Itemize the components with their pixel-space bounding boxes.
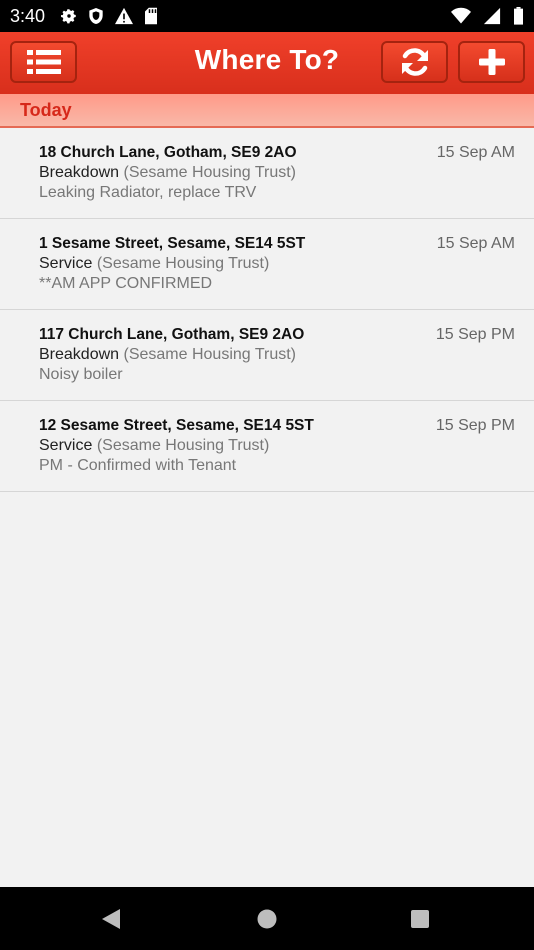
section-header: Today [0, 94, 534, 128]
job-type-line: Service (Sesame Housing Trust) [39, 437, 269, 455]
wifi-icon [451, 7, 471, 24]
job-list-item[interactable]: 117 Church Lane, Gotham, SE9 2AO 15 Sep … [0, 310, 534, 401]
home-icon [257, 909, 277, 929]
job-note: PM - Confirmed with Tenant [39, 457, 237, 474]
job-note: **AM APP CONFIRMED [39, 275, 213, 292]
back-icon [102, 909, 120, 929]
gear-icon [61, 9, 76, 24]
status-time: 3:40 [10, 6, 46, 26]
shield-icon [89, 8, 103, 24]
refresh-button[interactable] [381, 41, 448, 83]
app-title: Where To? [194, 44, 340, 75]
job-address: 12 Sesame Street, Sesame, SE14 5ST [39, 417, 314, 434]
job-type: Service [39, 255, 93, 272]
job-type-line: Breakdown (Sesame Housing Trust) [39, 346, 296, 364]
job-address: 18 Church Lane, Gotham, SE9 2AO [39, 144, 297, 161]
warning-icon [115, 7, 133, 25]
menu-button[interactable] [10, 41, 77, 83]
job-time: 15 Sep PM [435, 417, 515, 434]
battery-icon [514, 7, 523, 25]
recents-icon [411, 910, 429, 928]
job-address: 117 Church Lane, Gotham, SE9 2AO [39, 326, 305, 343]
job-list-item[interactable]: 18 Church Lane, Gotham, SE9 2AO 15 Sep A… [0, 128, 534, 219]
job-org: (Sesame Housing Trust) [96, 437, 270, 454]
job-type-line: Service (Sesame Housing Trust) [39, 255, 269, 273]
sd-card-icon [145, 7, 157, 25]
job-time: 15 Sep AM [436, 235, 515, 252]
job-org: (Sesame Housing Trust) [123, 164, 297, 181]
job-note: Noisy boiler [39, 366, 123, 383]
job-time: 15 Sep PM [435, 326, 515, 343]
job-list: 18 Church Lane, Gotham, SE9 2AO 15 Sep A… [0, 128, 534, 492]
plus-icon [478, 49, 505, 75]
job-org: (Sesame Housing Trust) [123, 346, 297, 363]
app-bar: Where To? [0, 32, 534, 95]
system-nav-bar [0, 887, 534, 950]
job-org: (Sesame Housing Trust) [96, 255, 270, 272]
status-left-icons [60, 7, 158, 25]
job-time: 15 Sep AM [436, 144, 515, 161]
signal-icon [483, 7, 501, 25]
job-type: Service [39, 437, 93, 454]
home-button[interactable] [255, 907, 279, 931]
recents-button[interactable] [408, 907, 432, 931]
job-type: Breakdown [39, 164, 120, 181]
add-button[interactable] [458, 41, 525, 83]
status-bar: 3:40 [0, 0, 534, 32]
back-button[interactable] [99, 907, 123, 931]
job-type: Breakdown [39, 346, 120, 363]
section-label-today: Today [20, 100, 72, 120]
menu-list-icon [26, 50, 61, 74]
job-list-item[interactable]: 1 Sesame Street, Sesame, SE14 5ST 15 Sep… [0, 219, 534, 310]
status-right-icons [451, 7, 524, 25]
job-type-line: Breakdown (Sesame Housing Trust) [39, 164, 296, 182]
refresh-icon [401, 48, 428, 76]
job-list-item[interactable]: 12 Sesame Street, Sesame, SE14 5ST 15 Se… [0, 401, 534, 492]
job-address: 1 Sesame Street, Sesame, SE14 5ST [39, 235, 306, 252]
job-note: Leaking Radiator, replace TRV [39, 184, 257, 201]
